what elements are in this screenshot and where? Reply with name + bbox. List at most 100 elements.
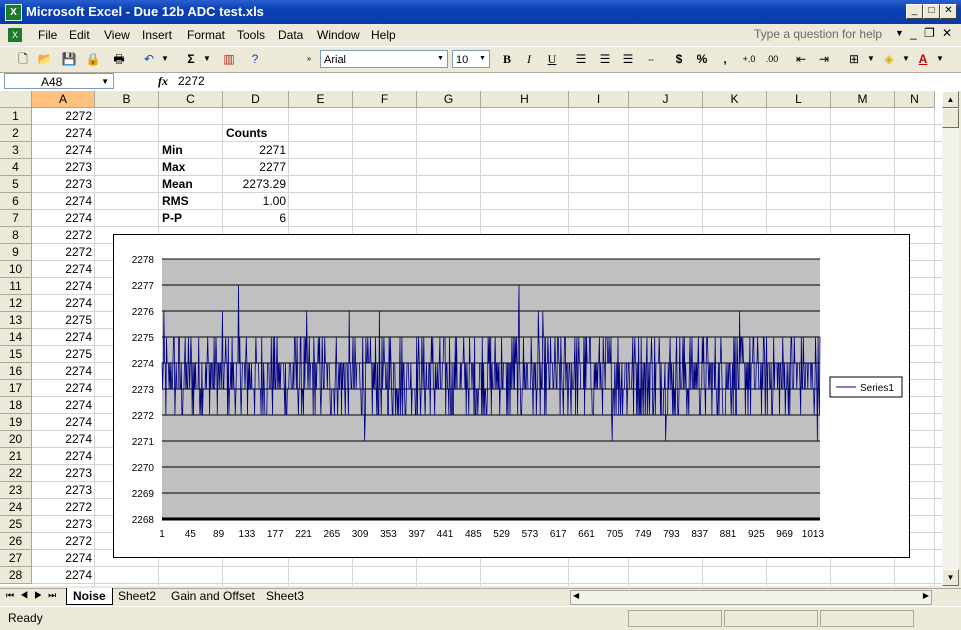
row-header[interactable]: 5 (0, 176, 32, 193)
row-header[interactable]: 15 (0, 346, 32, 363)
cell-a[interactable]: 2274 (32, 414, 95, 431)
excel-app-icon[interactable]: X (5, 4, 22, 21)
permission-icon[interactable]: 🔒 (84, 50, 102, 68)
cell-a[interactable]: 2274 (32, 295, 95, 312)
cell-a[interactable]: 2272 (32, 499, 95, 516)
column-header-a[interactable]: A (32, 91, 95, 108)
menu-data[interactable]: Data (278, 28, 303, 42)
menu-format[interactable]: Format (187, 28, 225, 42)
merge-center-icon[interactable]: ⇔ (642, 50, 660, 68)
column-header-c[interactable]: C (159, 91, 223, 108)
menu-edit[interactable]: Edit (69, 28, 90, 42)
font-color-dropdown-icon[interactable]: ▼ (931, 50, 949, 68)
cell-a[interactable]: 2273 (32, 482, 95, 499)
cell-a[interactable]: 2272 (32, 244, 95, 261)
column-header-e[interactable]: E (289, 91, 353, 108)
scroll-down-icon[interactable]: ▼ (942, 569, 959, 586)
menu-window[interactable]: Window (317, 28, 360, 42)
doc-minimize-button[interactable]: _ (910, 26, 917, 40)
cell-a[interactable]: 2275 (32, 312, 95, 329)
menu-view[interactable]: View (104, 28, 130, 42)
decrease-decimal-icon[interactable]: .00 (763, 50, 781, 68)
stats-label[interactable]: RMS (159, 193, 223, 210)
row-header[interactable]: 14 (0, 329, 32, 346)
column-header-d[interactable]: D (223, 91, 289, 108)
borders-icon[interactable]: ⊞ (845, 50, 863, 68)
row-header[interactable]: 17 (0, 380, 32, 397)
align-left-icon[interactable]: ☰ (572, 50, 590, 68)
menu-help[interactable]: Help (371, 28, 396, 42)
font-name-select[interactable]: Arial ▼ (320, 50, 448, 68)
minimize-button[interactable]: _ (906, 4, 923, 19)
maximize-button[interactable]: □ (923, 4, 940, 19)
row-header[interactable]: 28 (0, 567, 32, 584)
comma-button[interactable]: , (716, 50, 734, 68)
column-header-h[interactable]: H (481, 91, 569, 108)
align-right-icon[interactable]: ☰ (619, 50, 637, 68)
row-header[interactable]: 7 (0, 210, 32, 227)
fill-color-icon[interactable]: ◈ (880, 50, 898, 68)
fill-dropdown-icon[interactable]: ▼ (897, 50, 915, 68)
cell-a[interactable]: 2274 (32, 142, 95, 159)
cell-a[interactable]: 2274 (32, 193, 95, 210)
chart[interactable]: 2268 2269 2270 2271 2272 2273 2274 2275 2276 2277… (113, 234, 910, 558)
row-header[interactable]: 6 (0, 193, 32, 210)
row-header[interactable]: 23 (0, 482, 32, 499)
scroll-left-icon[interactable]: ◀ (573, 591, 579, 600)
row-header[interactable]: 27 (0, 550, 32, 567)
stats-value[interactable]: 2271 (223, 142, 289, 159)
decrease-indent-icon[interactable]: ⇤ (792, 50, 810, 68)
cell-a[interactable]: 2273 (32, 465, 95, 482)
cell-a[interactable]: 2274 (32, 210, 95, 227)
close-button[interactable]: ✕ (940, 4, 957, 19)
align-center-icon[interactable]: ☰ (596, 50, 614, 68)
cell-a[interactable]: 2273 (32, 516, 95, 533)
cell-a[interactable]: 2274 (32, 261, 95, 278)
cell-a[interactable]: 2274 (32, 550, 95, 567)
chart-wizard-icon[interactable]: ▥ (220, 50, 238, 68)
save-icon[interactable]: 💾 (60, 50, 78, 68)
horizontal-scrollbar[interactable]: ◀ ▶ (570, 590, 932, 605)
italic-button[interactable]: I (520, 50, 538, 68)
stats-value[interactable]: 6 (223, 210, 289, 227)
row-header[interactable]: 26 (0, 533, 32, 550)
row-header[interactable]: 10 (0, 261, 32, 278)
help-icon[interactable]: ? (246, 50, 264, 68)
workbook-icon[interactable]: X (8, 28, 22, 42)
cell-a[interactable]: 2272 (32, 108, 95, 125)
cell-a[interactable]: 2274 (32, 363, 95, 380)
formula-input[interactable]: 2272 (178, 74, 205, 88)
increase-decimal-icon[interactable]: +.0 (740, 50, 758, 68)
cell-a[interactable]: 2274 (32, 567, 95, 584)
column-header-j[interactable]: J (629, 91, 703, 108)
percent-button[interactable]: % (693, 50, 711, 68)
new-icon[interactable]: 🗋 (14, 50, 32, 68)
row-header[interactable]: 12 (0, 295, 32, 312)
column-header-g[interactable]: G (417, 91, 481, 108)
column-header-k[interactable]: K (703, 91, 767, 108)
cell-a[interactable]: 2274 (32, 329, 95, 346)
scroll-up-icon[interactable]: ▲ (942, 91, 959, 108)
cell-a[interactable]: 2272 (32, 227, 95, 244)
tab-sheet2[interactable]: Sheet2 (112, 588, 162, 604)
row-header[interactable]: 11 (0, 278, 32, 295)
undo-dropdown-icon[interactable]: ▼ (156, 50, 174, 68)
open-icon[interactable]: 📂 (36, 50, 54, 68)
column-header-n[interactable]: N (895, 91, 935, 108)
column-header-b[interactable]: B (95, 91, 159, 108)
row-header[interactable]: 25 (0, 516, 32, 533)
select-all-corner[interactable] (0, 91, 32, 108)
stats-header[interactable]: Counts (223, 125, 289, 142)
underline-button[interactable]: U (543, 50, 561, 68)
bold-button[interactable]: B (498, 50, 516, 68)
column-header-m[interactable]: M (831, 91, 895, 108)
stats-label[interactable]: Max (159, 159, 223, 176)
name-box[interactable]: A48 ▼ (4, 73, 114, 89)
vertical-scrollbar[interactable]: ▲ ▼ (942, 91, 959, 586)
stats-value[interactable]: 2277 (223, 159, 289, 176)
stats-label[interactable]: Mean (159, 176, 223, 193)
tab-gain-and-offset[interactable]: Gain and Offset (165, 588, 261, 604)
row-header[interactable]: 13 (0, 312, 32, 329)
row-header[interactable]: 20 (0, 431, 32, 448)
menu-file[interactable]: File (38, 28, 57, 42)
